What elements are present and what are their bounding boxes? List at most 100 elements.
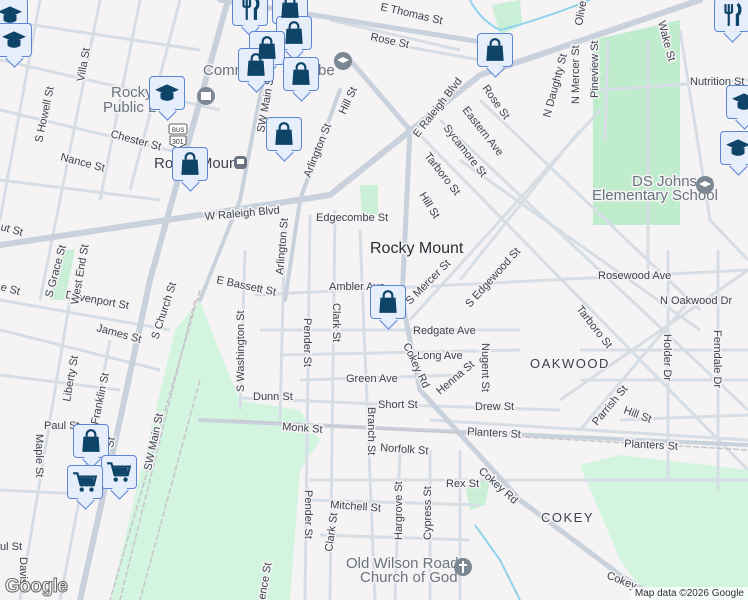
school-poi-icon[interactable] bbox=[334, 52, 352, 70]
svg-text:BUS: BUS bbox=[172, 128, 184, 134]
shopping-bag-icon bbox=[271, 121, 297, 147]
shopping-pin[interactable] bbox=[283, 57, 319, 91]
shopping-bag-icon bbox=[482, 37, 508, 63]
grocery-pin[interactable] bbox=[101, 455, 137, 489]
street-label: Pineview St bbox=[589, 41, 601, 98]
street-label: Pender St bbox=[302, 490, 314, 539]
restaurant-pin[interactable] bbox=[232, 0, 268, 26]
street-label: Clark St bbox=[323, 512, 340, 552]
street-label: W Raleigh Blvd bbox=[204, 204, 280, 223]
restaurant-pin[interactable] bbox=[714, 0, 748, 32]
street-label: James St bbox=[95, 322, 142, 345]
street-label: Holder Dr bbox=[661, 334, 673, 381]
map-attribution[interactable]: Map data ©2026 Google bbox=[630, 587, 748, 600]
shopping-bag-icon bbox=[78, 428, 104, 454]
city-label: Rocky Mount bbox=[370, 240, 464, 257]
street-label: Pender St bbox=[301, 318, 313, 367]
shopping-pin[interactable] bbox=[477, 33, 513, 67]
sw-main-road bbox=[198, 68, 267, 302]
svg-text:301: 301 bbox=[172, 139, 184, 146]
street-label: Hill St bbox=[416, 190, 441, 221]
education-pin[interactable] bbox=[726, 85, 748, 119]
street-label: Edgecombe St bbox=[316, 212, 388, 224]
education-pin[interactable] bbox=[0, 23, 32, 57]
street-label: Rose St bbox=[369, 31, 410, 51]
street-label: Norfolk St bbox=[380, 442, 429, 457]
graduation-cap-icon bbox=[725, 135, 748, 161]
restaurant-icon bbox=[237, 0, 263, 22]
shopping-pin[interactable] bbox=[73, 424, 109, 458]
street-label: Cypress St bbox=[422, 486, 434, 540]
street-label: E Bassett St bbox=[215, 274, 277, 298]
graduation-cap-icon bbox=[0, 2, 23, 28]
street-label: Green Ave bbox=[346, 373, 398, 385]
street-label: Short St bbox=[378, 399, 418, 411]
google-logo: Google bbox=[4, 576, 68, 598]
street-label: E Thomas St bbox=[379, 1, 443, 27]
restaurant-icon bbox=[719, 2, 745, 28]
hill-st-road bbox=[347, 57, 413, 133]
library-poi-icon[interactable] bbox=[197, 87, 215, 105]
community-label: be bbox=[318, 62, 335, 79]
street-label: Cokey Rd bbox=[400, 341, 431, 390]
street-label: Drew St bbox=[475, 401, 514, 413]
street-label: Planters St bbox=[467, 426, 521, 441]
graduation-cap-icon bbox=[154, 80, 180, 106]
street-label: N Oakwood Dr bbox=[660, 295, 732, 307]
shopping-bag-icon bbox=[277, 0, 303, 20]
grocery-pin[interactable] bbox=[67, 465, 103, 499]
street-label: S Washington St bbox=[235, 310, 247, 392]
street-label: Ferndale Dr bbox=[711, 330, 723, 388]
street-label: Olive St bbox=[573, 0, 592, 27]
shopping-cart-icon bbox=[106, 459, 132, 485]
shopping-pin[interactable] bbox=[370, 285, 406, 319]
graduation-cap-icon bbox=[731, 89, 748, 115]
school-poi-icon[interactable] bbox=[696, 176, 714, 194]
street-label: S Howell St bbox=[33, 86, 57, 144]
street-label: Rex St bbox=[446, 478, 479, 490]
shopping-cart-icon bbox=[72, 469, 98, 495]
neighborhood-cokey: COKEY bbox=[541, 510, 594, 525]
shopping-bag-icon bbox=[281, 20, 307, 46]
church-poi-icon[interactable] bbox=[454, 558, 472, 576]
education-pin[interactable] bbox=[149, 76, 185, 110]
shopping-bag-icon bbox=[177, 151, 203, 177]
street-label: Maple St bbox=[33, 434, 45, 477]
shopping-bag-icon bbox=[288, 61, 314, 87]
street-label: Henna St bbox=[434, 359, 477, 398]
graduation-cap-icon bbox=[1, 27, 27, 53]
shopping-pin[interactable] bbox=[172, 147, 208, 181]
neighborhood-oakwood: OAKWOOD bbox=[530, 356, 610, 371]
street-label: N Daughty St bbox=[541, 52, 570, 118]
street-label: e St bbox=[0, 281, 21, 298]
street-label: ul St bbox=[0, 541, 22, 553]
street-label: S Edgewood St bbox=[463, 246, 523, 310]
shopping-bag-icon bbox=[243, 52, 269, 78]
train-station-icon[interactable] bbox=[234, 156, 247, 169]
street-label: Rosewood Ave bbox=[598, 270, 671, 282]
bus-301-shield-icon: BUS 301 bbox=[168, 123, 188, 149]
education-pin[interactable] bbox=[720, 131, 748, 165]
street-label: Mitchell St bbox=[330, 499, 381, 515]
shopping-bag-icon bbox=[375, 289, 401, 315]
street-label: Dunn St bbox=[253, 391, 293, 403]
street-label: N Mercer St bbox=[570, 45, 582, 104]
street-label: Hill St bbox=[622, 405, 653, 426]
shopping-pin[interactable] bbox=[266, 117, 302, 151]
street-label: Franklin St bbox=[89, 372, 112, 426]
shopping-pin[interactable] bbox=[276, 16, 312, 50]
street-label: Redgate Ave bbox=[413, 325, 476, 337]
street-label: Villa St bbox=[75, 47, 93, 83]
street-label: Arlington St bbox=[302, 122, 334, 179]
street-label: Planters St bbox=[624, 438, 678, 453]
street-label: Clark St bbox=[330, 303, 342, 342]
street-label: Hargrove St bbox=[393, 481, 405, 540]
street-label: Branch St bbox=[365, 407, 377, 455]
street-label: Chester St bbox=[109, 128, 162, 153]
street-label: Liberty St bbox=[61, 355, 81, 403]
street-label: Nugent St bbox=[479, 343, 491, 392]
street-label: ut St bbox=[0, 221, 24, 238]
church-label: Church of God bbox=[360, 569, 458, 586]
shopping-pin[interactable] bbox=[238, 48, 274, 82]
street-label: Long Ave bbox=[417, 350, 463, 362]
